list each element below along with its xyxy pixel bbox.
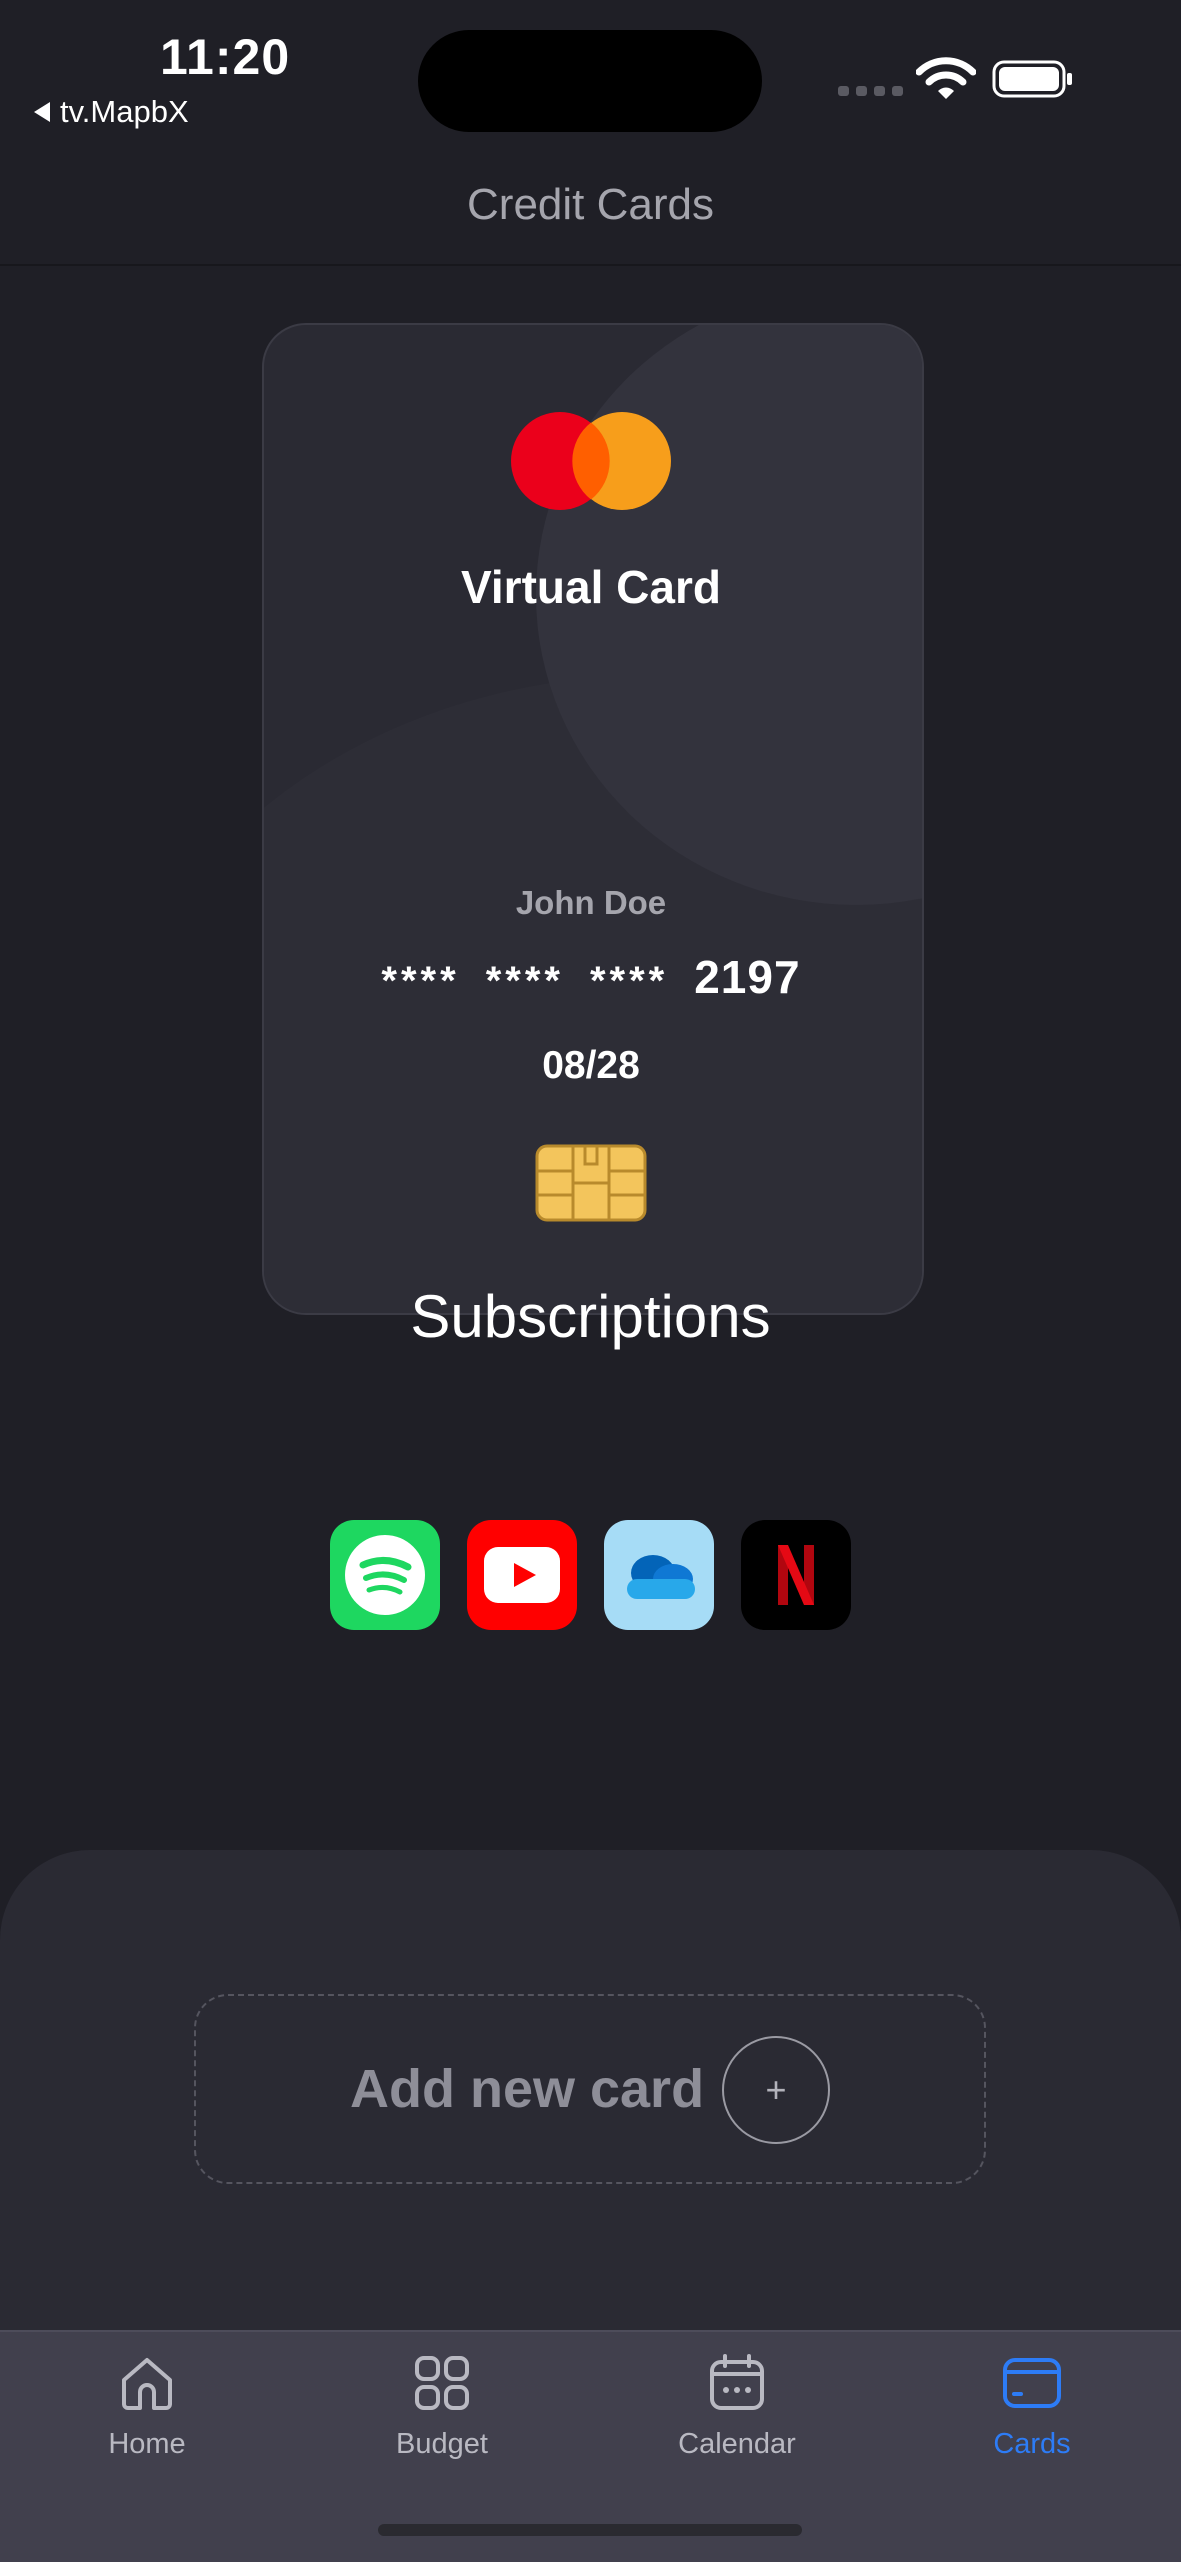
card-number-mask-1: **** xyxy=(381,959,460,1003)
sim-chip-icon xyxy=(535,1144,647,1222)
tab-calendar-label: Calendar xyxy=(678,2428,796,2460)
card-holder-name: John Doe xyxy=(515,884,667,921)
back-arrow-icon xyxy=(34,102,50,122)
card-number-last4: 2197 xyxy=(694,951,801,1003)
onedrive-app-icon[interactable] xyxy=(604,1520,714,1630)
mastercard-logo-icon xyxy=(511,412,671,510)
page-title: Credit Cards xyxy=(467,180,714,229)
netflix-app-icon[interactable] xyxy=(741,1520,851,1630)
tab-home[interactable]: Home xyxy=(47,2350,247,2461)
spotify-icon xyxy=(345,1535,425,1615)
spotify-app-icon[interactable] xyxy=(330,1520,440,1630)
back-to-app-button[interactable]: tv.MapbX xyxy=(34,94,189,130)
plus-icon: + xyxy=(765,2069,787,2110)
calendar-icon xyxy=(710,2354,764,2410)
back-app-label: tv.MapbX xyxy=(60,94,189,129)
tab-cards-label: Cards xyxy=(993,2428,1071,2460)
home-icon xyxy=(122,2358,172,2410)
home-indicator[interactable] xyxy=(378,2524,802,2536)
add-card-plus-button[interactable]: + xyxy=(722,2036,830,2144)
tab-calendar[interactable]: Calendar xyxy=(637,2350,837,2461)
card-number-mask-3: **** xyxy=(589,959,669,1003)
cellular-signal-icon xyxy=(838,86,903,96)
tab-cards[interactable]: Cards xyxy=(932,2350,1132,2461)
netflix-icon xyxy=(778,1545,814,1605)
tab-budget[interactable]: Budget xyxy=(342,2350,542,2461)
youtube-app-icon[interactable] xyxy=(467,1520,577,1630)
card-expiry: 08/28 xyxy=(542,1044,640,1087)
add-new-card-label: Add new card xyxy=(350,2059,705,2119)
battery-icon xyxy=(992,60,1072,98)
tab-budget-label: Budget xyxy=(396,2428,488,2460)
wifi-icon xyxy=(916,57,976,99)
grid-icon xyxy=(415,2356,469,2410)
credit-card-icon xyxy=(1003,2358,1061,2408)
card-number: **** **** **** 2197 xyxy=(262,950,920,1004)
subscriptions-title: Subscriptions xyxy=(410,1283,771,1350)
onedrive-icon xyxy=(627,1555,695,1599)
dynamic-island xyxy=(418,30,762,132)
card-title: Virtual Card xyxy=(461,561,721,613)
nav-divider xyxy=(0,264,1181,266)
youtube-icon xyxy=(484,1547,560,1603)
status-time: 11:20 xyxy=(160,29,291,85)
card-number-mask-2: **** xyxy=(485,959,564,1003)
tab-home-label: Home xyxy=(108,2428,186,2460)
